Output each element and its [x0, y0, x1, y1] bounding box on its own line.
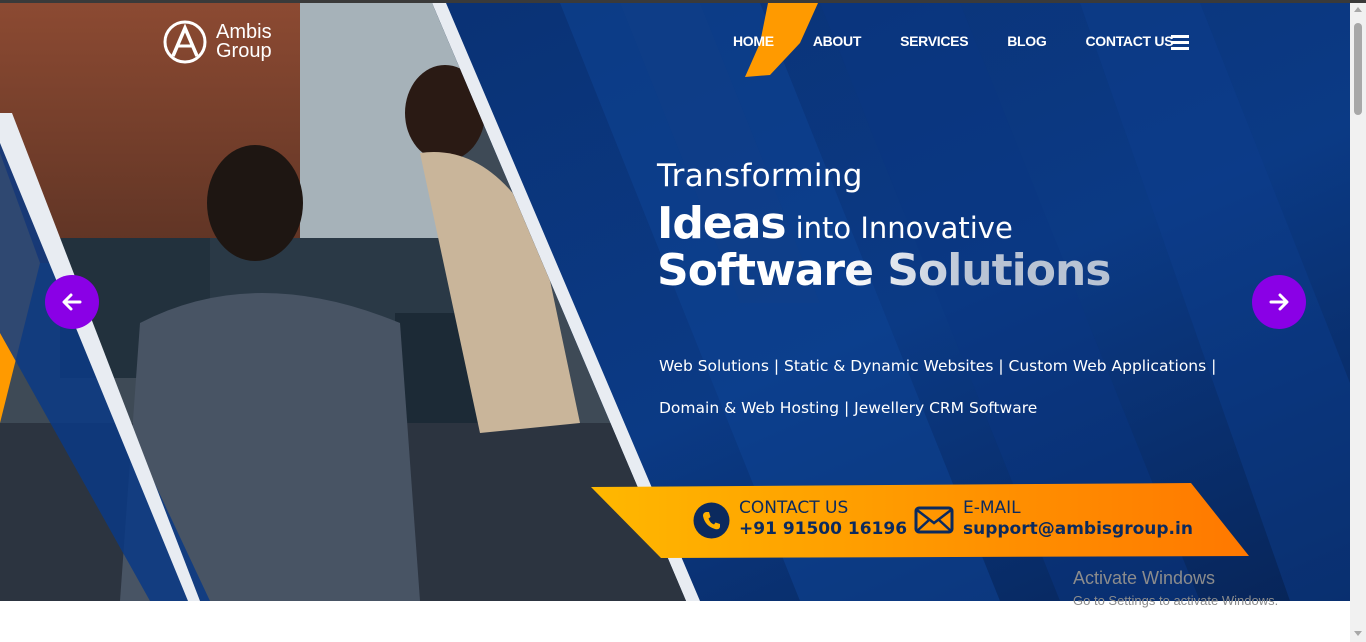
main-nav: HOME ABOUT SERVICES BLOG CONTACT US [733, 33, 1174, 49]
nav-home[interactable]: HOME [733, 33, 774, 49]
scroll-up-icon[interactable] [1354, 7, 1362, 12]
contact-email[interactable]: E-MAIL support@ambisgroup.in [914, 499, 1193, 541]
headline-ideas: Ideas [657, 198, 787, 249]
headline-line1: Transforming [657, 158, 863, 194]
headline-line2: Ideas into Innovative [657, 198, 1110, 249]
contact-phone-label: CONTACT US [739, 498, 849, 518]
scroll-thumb[interactable] [1354, 23, 1362, 115]
contact-phone-value: +91 91500 16196 [739, 519, 908, 539]
arrow-right-icon [1269, 293, 1289, 311]
page-scrollbar[interactable] [1350, 3, 1366, 642]
brand-line2: Group [216, 40, 272, 62]
hero-slider: Ambis Group HOME ABOUT SERVICES BLOG CON… [0, 3, 1350, 601]
watermark-title: Activate Windows [1073, 568, 1216, 588]
slider-next-button[interactable] [1252, 275, 1306, 329]
services-list: Web Solutions | Static & Dynamic Website… [659, 345, 1239, 429]
slider-prev-button[interactable] [45, 275, 99, 329]
windows-activation-watermark: Activate Windows Go to Settings to activ… [1073, 568, 1278, 608]
ambis-logo[interactable]: Ambis Group [162, 19, 272, 65]
nav-blog[interactable]: BLOG [1007, 33, 1047, 49]
services-line2: Domain & Web Hosting | Jewellery CRM Sof… [659, 399, 1038, 417]
nav-about[interactable]: ABOUT [813, 33, 862, 49]
nav-contact-us[interactable]: CONTACT US [1086, 33, 1174, 49]
watermark-subtitle: Go to Settings to activate Windows. [1073, 593, 1279, 608]
headline-into-innovative: into Innovative [795, 211, 1013, 245]
contact-phone[interactable]: CONTACT US +91 91500 16196 [693, 499, 907, 541]
services-line1: Web Solutions | Static & Dynamic Website… [659, 357, 1217, 375]
envelope-icon [914, 506, 954, 534]
ambis-logo-icon [163, 20, 207, 64]
hero-headline: Transforming Ideas into Innovative Softwa… [657, 158, 1111, 296]
contact-email-label: E-MAIL [963, 498, 1021, 518]
headline-line3: Software Solutions [657, 245, 1111, 296]
arrow-left-icon [62, 293, 82, 311]
brand-name: Ambis Group [216, 22, 272, 62]
scroll-down-icon[interactable] [1354, 631, 1362, 636]
hamburger-icon[interactable] [1171, 35, 1189, 50]
phone-icon [693, 502, 730, 538]
nav-services[interactable]: SERVICES [900, 33, 968, 49]
contact-email-value: support@ambisgroup.in [963, 519, 1193, 539]
